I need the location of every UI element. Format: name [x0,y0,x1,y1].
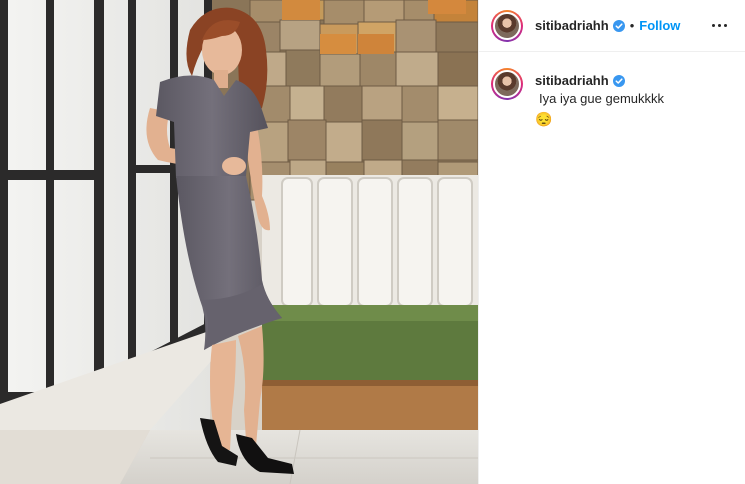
more-dot [712,24,715,27]
caption-text: Iya iya gue gemukkkk [539,91,665,106]
follow-button[interactable]: Follow [639,18,680,33]
more-options-icon[interactable] [708,20,731,31]
caption-body: siti​badriahh Iya iya gue gemukkkk 😔 [535,68,731,128]
post-image [0,0,478,484]
pensive-face-emoji: 😔 [535,111,553,127]
post-photo[interactable] [0,0,478,484]
caption-username[interactable]: siti​badriahh [535,72,609,90]
caption-avatar[interactable] [491,68,523,100]
header-separator: • [629,18,635,33]
caption-line: siti​badriahh Iya iya gue gemukkkk [535,72,731,108]
author-avatar[interactable] [491,9,523,42]
post-side-panel: siti​badriahh • Follow siti​badriahh [478,0,745,484]
more-dot [724,24,727,27]
post-header: siti​badriahh • Follow [479,0,745,52]
verified-badge-icon [612,75,625,87]
avatar-image [493,70,521,98]
avatar-image [493,11,521,40]
more-dot [718,24,721,27]
author-username[interactable]: siti​badriahh [535,18,609,33]
caption-comment: siti​badriahh Iya iya gue gemukkkk 😔 [479,52,745,128]
verified-badge-icon [612,19,625,32]
